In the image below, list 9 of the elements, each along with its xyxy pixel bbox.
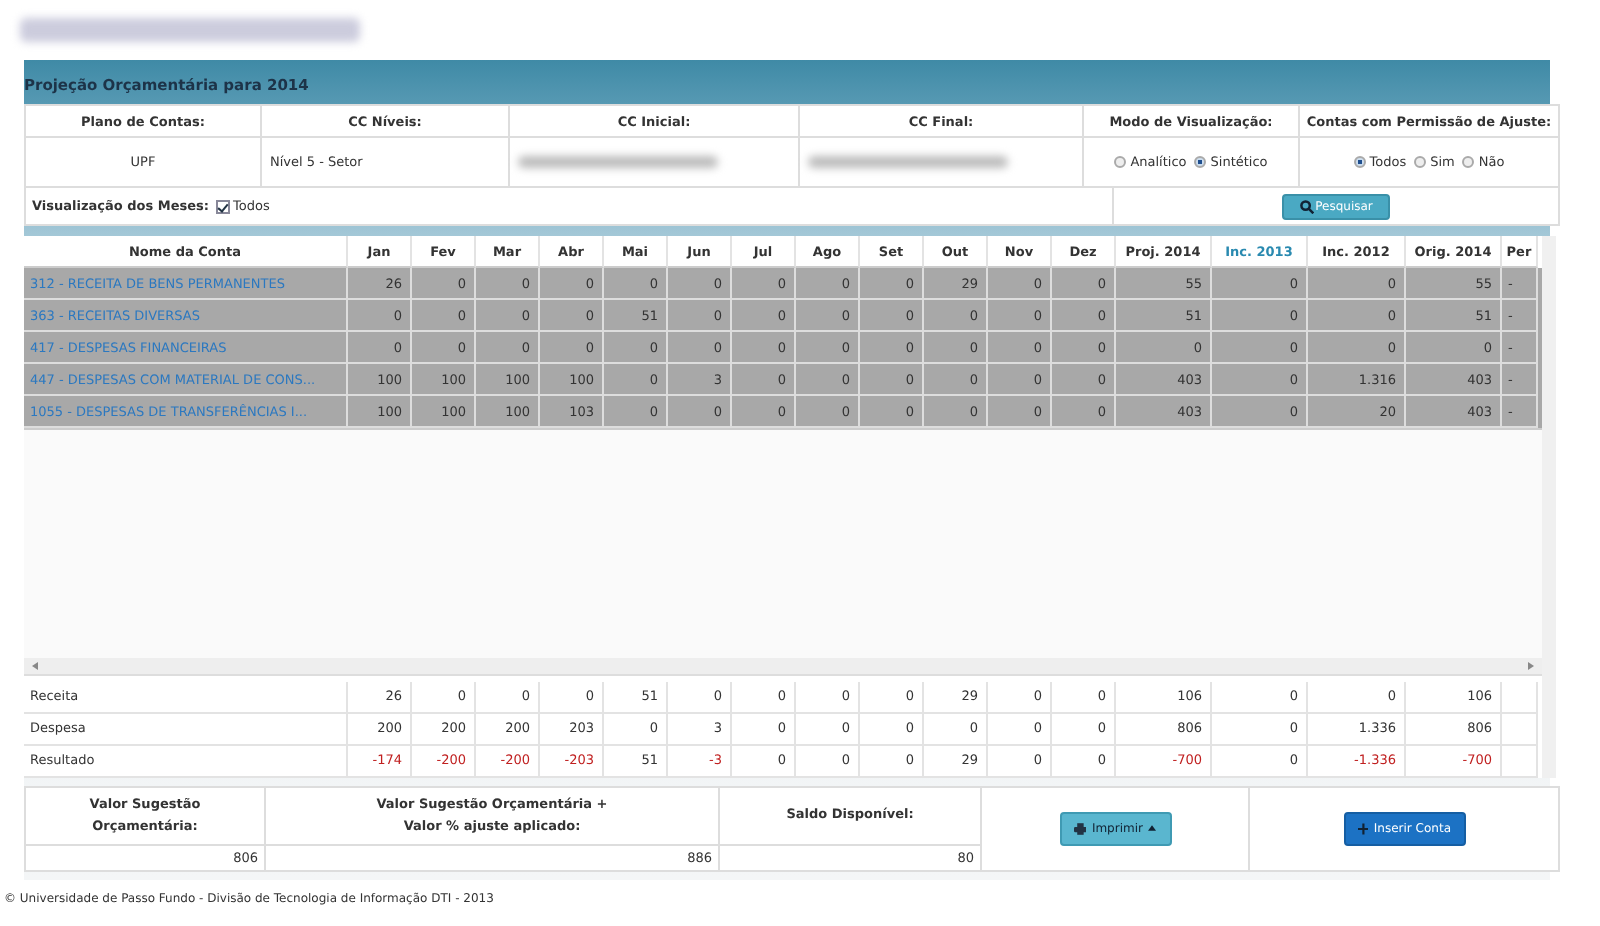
empty-cell: [1502, 713, 1538, 746]
empty-cell: [1502, 745, 1538, 778]
search-icon: [1299, 199, 1314, 213]
empty-cell: [1502, 681, 1538, 714]
vertical-scrollbar[interactable]: [1542, 236, 1556, 778]
scroll-left-icon[interactable]: [32, 661, 38, 670]
caret-icon: [1148, 824, 1157, 833]
scroll-right-icon[interactable]: [1528, 661, 1534, 670]
plus-icon: [1357, 821, 1368, 836]
